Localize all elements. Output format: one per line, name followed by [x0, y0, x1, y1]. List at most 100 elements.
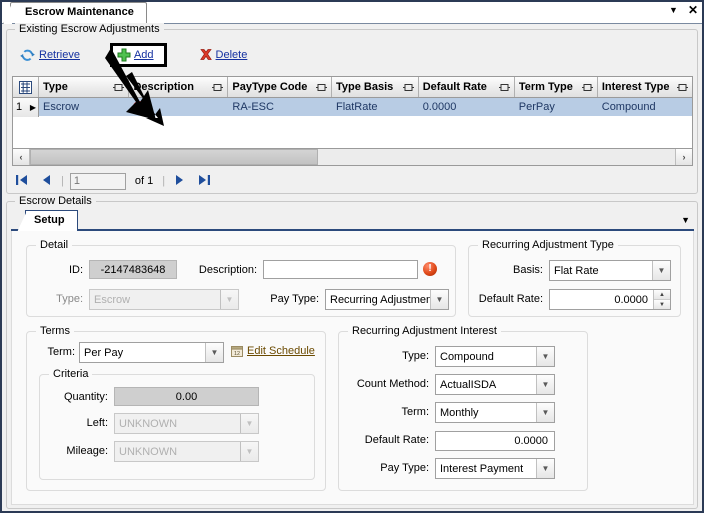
description-input[interactable]	[263, 260, 418, 279]
cell-type: Escrow	[43, 101, 80, 113]
tab-setup-label: Setup	[34, 214, 65, 226]
escrow-maintenance-window: Escrow Maintenance ▼ ✕ Existing Escrow A…	[0, 0, 704, 513]
chevron-down-icon[interactable]: ▼	[536, 375, 554, 394]
chevron-down-icon[interactable]: ▼	[205, 343, 223, 362]
ra-default-rate-label: Default Rate:	[478, 293, 543, 305]
grid-column-description-label: Description	[133, 81, 194, 93]
retrieve-label: Retrieve	[39, 49, 80, 61]
chevron-down-icon[interactable]: ▼	[652, 261, 670, 280]
next-page-button[interactable]	[171, 174, 188, 188]
type-label: Type:	[56, 293, 83, 305]
grid-column-term-type[interactable]: Term Type	[514, 77, 598, 97]
grid-column-default-rate-label: Default Rate	[422, 81, 487, 93]
interest-type-select[interactable]: Compound ▼	[435, 346, 555, 367]
cell-interest-type: Compound	[601, 101, 656, 113]
first-page-button[interactable]	[12, 174, 32, 188]
row-selector-caret-icon: ▶	[29, 102, 36, 112]
scrollbar-thumb[interactable]	[30, 149, 318, 165]
terms-panel: Terms Term: Per Pay ▼ 12 Edit Schedule C…	[26, 325, 326, 491]
scrollbar-track[interactable]	[318, 149, 675, 165]
chevron-down-icon[interactable]: ▼	[681, 215, 690, 225]
pin-icon[interactable]	[677, 83, 688, 92]
grid-column-term-type-label: Term Type	[518, 81, 573, 93]
interest-term-select[interactable]: Monthly ▼	[435, 402, 555, 423]
grid-column-interest-type[interactable]: Interest Type	[597, 77, 692, 97]
escrow-details-group: Escrow Details Setup ▼ Detail ID: -21474…	[6, 195, 698, 509]
pin-icon[interactable]	[316, 83, 327, 92]
scroll-right-icon[interactable]: ›	[675, 149, 692, 165]
interest-paytype-select-value: Interest Payment	[440, 462, 524, 475]
chevron-down-icon[interactable]: ▼	[536, 403, 554, 422]
count-method-select-value: ActualISDA	[440, 378, 497, 391]
quantity-value: 0.00	[114, 387, 259, 406]
delete-label: Delete	[215, 49, 248, 61]
ra-default-rate-spinner[interactable]: 0.0000 ▲ ▼	[549, 289, 671, 310]
cell-description: !	[129, 101, 228, 113]
basis-label: Basis:	[513, 264, 543, 276]
grid-column-type[interactable]: Type	[39, 77, 130, 97]
interest-default-rate-input[interactable]: 0.0000	[435, 431, 555, 451]
recurring-adjustment-type-panel: Recurring Adjustment Type Basis: Flat Ra…	[468, 239, 681, 317]
spinner-up-icon[interactable]: ▲	[654, 290, 670, 300]
add-button[interactable]: Add	[109, 43, 167, 67]
retrieve-button[interactable]: Retrieve	[13, 45, 86, 65]
existing-escrow-adjustments-title: Existing Escrow Adjustments	[15, 23, 164, 35]
spinner-buttons[interactable]: ▲ ▼	[653, 290, 670, 309]
pin-icon[interactable]	[212, 83, 224, 92]
pin-icon[interactable]	[498, 83, 510, 92]
interest-term-label: Term:	[401, 406, 430, 418]
grid-column-type-basis[interactable]: Type Basis	[332, 77, 419, 97]
pin-icon[interactable]	[581, 83, 593, 92]
grid-horizontal-scrollbar[interactable]: ‹ ›	[13, 148, 692, 165]
interest-paytype-select[interactable]: Interest Payment ▼	[435, 458, 555, 479]
chevron-down-icon[interactable]: ▼	[536, 459, 554, 478]
document-tab-escrow-maintenance[interactable]: Escrow Maintenance	[10, 2, 147, 23]
refresh-icon	[19, 47, 36, 63]
close-icon[interactable]: ✕	[688, 4, 698, 16]
document-tab-label: Escrow Maintenance	[25, 6, 134, 18]
chevron-down-icon[interactable]: ▼	[536, 347, 554, 366]
left-label: Left:	[86, 417, 108, 429]
interest-type-select-value: Compound	[440, 350, 494, 363]
interest-term-select-value: Monthly	[440, 406, 479, 419]
delete-button[interactable]: Delete	[193, 46, 254, 64]
prev-page-button[interactable]	[38, 174, 55, 188]
count-method-select[interactable]: ActualISDA ▼	[435, 374, 555, 395]
basis-select[interactable]: Flat Rate ▼	[549, 260, 671, 281]
mileage-select: UNKNOWN ▼	[114, 441, 259, 462]
paytype-select[interactable]: Recurring Adjustmen ▼	[325, 289, 449, 310]
chevron-down-icon[interactable]: ▼	[430, 290, 448, 309]
grid-body: 1 ▶ Escrow ! RA-ESC FlatRate 0.0000 PerP…	[13, 97, 692, 117]
grid-column-paytype-code[interactable]: PayType Code	[228, 77, 332, 97]
recurring-adjustment-interest-panel: Recurring Adjustment Interest Type: Comp…	[338, 325, 588, 491]
pin-icon[interactable]	[113, 83, 125, 92]
type-select-value: Escrow	[94, 293, 131, 306]
ra-default-rate-value: 0.0000	[614, 293, 648, 306]
scroll-left-icon[interactable]: ‹	[13, 149, 30, 165]
paytype-select-value: Recurring Adjustmen	[330, 293, 430, 306]
table-row[interactable]: 1 ▶ Escrow ! RA-ESC FlatRate 0.0000 PerP…	[13, 97, 692, 117]
escrow-adjustments-grid[interactable]: Type Description PayType Code Type Basis…	[12, 76, 693, 166]
edit-schedule-label: Edit Schedule	[247, 345, 315, 357]
last-page-button[interactable]	[194, 174, 214, 188]
window-titlebar: Escrow Maintenance ▼ ✕	[2, 2, 702, 24]
window-controls: ▼ ✕	[669, 4, 698, 16]
row-header[interactable]: 1 ▶	[13, 97, 39, 117]
grid-header-row: Type Description PayType Code Type Basis…	[13, 77, 692, 98]
detail-panel-title: Detail	[36, 239, 73, 251]
chevron-down-icon[interactable]: ▼	[669, 4, 678, 16]
spinner-down-icon[interactable]: ▼	[654, 300, 670, 309]
terms-panel-title: Terms	[36, 325, 74, 337]
cell-term-type: PerPay	[518, 101, 555, 113]
mileage-select-value: UNKNOWN	[119, 445, 178, 458]
page-number-input[interactable]: 1	[69, 172, 126, 190]
tab-setup[interactable]: Setup	[25, 210, 78, 231]
grid-column-default-rate[interactable]: Default Rate	[418, 77, 515, 97]
term-select[interactable]: Per Pay ▼	[79, 342, 224, 363]
edit-schedule-link[interactable]: 12 Edit Schedule	[231, 345, 315, 357]
pin-icon[interactable]	[402, 83, 414, 92]
grid-column-chooser-icon[interactable]	[13, 77, 39, 97]
grid-column-description[interactable]: Description	[129, 77, 229, 97]
cell-default-rate: 0.0000	[422, 101, 457, 113]
chevron-down-icon: ▼	[220, 290, 238, 309]
